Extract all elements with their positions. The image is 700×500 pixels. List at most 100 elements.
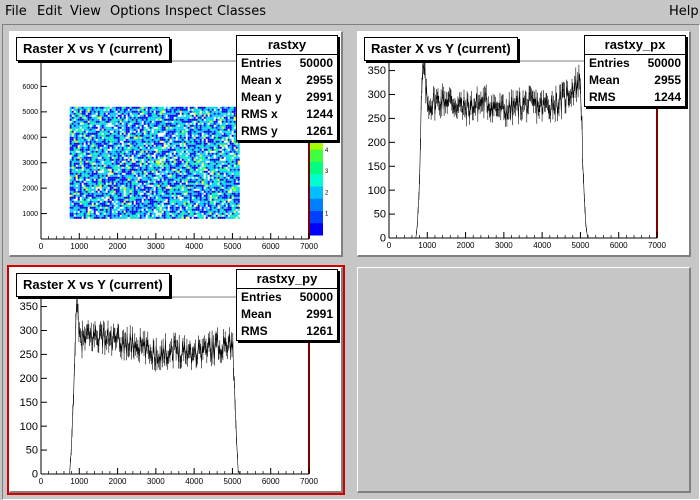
heatmap-cell <box>177 164 180 167</box>
heatmap-cell <box>171 126 174 129</box>
heatmap-cell <box>217 110 220 113</box>
heatmap-cell <box>217 172 220 175</box>
heatmap-cell <box>97 208 100 211</box>
pad-title: Raster X vs Y (current) <box>16 37 170 61</box>
heatmap-cell <box>135 136 138 139</box>
heatmap-cell <box>129 138 132 141</box>
heatmap-cell <box>137 216 140 219</box>
heatmap-cell <box>69 134 72 137</box>
heatmap-cell <box>183 214 186 217</box>
heatmap-cell <box>149 178 152 181</box>
heatmap-cell <box>185 186 188 189</box>
heatmap-cell <box>157 150 160 153</box>
heatmap-cell <box>233 210 236 213</box>
heatmap-cell <box>165 118 168 121</box>
heatmap-cell <box>93 204 96 207</box>
heatmap-cell <box>141 154 144 157</box>
heatmap-cell <box>181 138 184 141</box>
heatmap-cell <box>85 194 88 197</box>
heatmap-cell <box>219 198 222 201</box>
heatmap-cell <box>173 214 176 217</box>
heatmap-cell <box>155 112 158 115</box>
menu-file[interactable]: File <box>5 4 27 19</box>
heatmap-cell <box>147 216 150 219</box>
heatmap-cell <box>121 180 124 183</box>
heatmap-cell <box>159 182 162 185</box>
heatmap-cell <box>99 124 102 127</box>
heatmap-cell <box>137 166 140 169</box>
heatmap-cell <box>209 134 212 137</box>
heatmap-cell <box>213 148 216 151</box>
heatmap-cell <box>165 162 168 165</box>
heatmap-cell <box>191 182 194 185</box>
root-canvas[interactable]: 0 1000 2000 3000 4000 5000 6000 7000 1000 2000 300… <box>2 24 700 500</box>
heatmap-cell <box>119 174 122 177</box>
heatmap-cell <box>125 148 128 151</box>
heatmap-cell <box>77 118 80 121</box>
heatmap-cell <box>201 146 204 149</box>
heatmap-cell <box>81 152 84 155</box>
heatmap-cell <box>129 176 132 179</box>
heatmap-cell <box>167 124 170 127</box>
heatmap-cell <box>165 202 168 205</box>
colorbar-segment <box>310 149 323 162</box>
heatmap-cell <box>125 182 128 185</box>
heatmap-cell <box>119 108 122 111</box>
heatmap-cell <box>189 212 192 215</box>
heatmap-cell <box>91 196 94 199</box>
heatmap-cell <box>119 170 122 173</box>
pad-projection-y[interactable]: 0 1000 2000 3000 4000 5000 6000 7000 0 50 100 150 20… <box>7 265 345 495</box>
heatmap-cell <box>161 196 164 199</box>
heatmap-cell <box>195 198 198 201</box>
heatmap-cell <box>155 130 158 133</box>
heatmap-cell <box>231 114 234 117</box>
heatmap-cell <box>131 178 134 181</box>
heatmap-cell <box>181 210 184 213</box>
heatmap-cell <box>203 180 206 183</box>
heatmap-cell <box>183 140 186 143</box>
heatmap-cell <box>197 130 200 133</box>
menu-inspect[interactable]: Inspect <box>165 4 212 19</box>
heatmap-cell <box>211 202 214 205</box>
heatmap-cell <box>231 124 234 127</box>
heatmap-cell <box>223 160 226 163</box>
heatmap-cell <box>135 202 138 205</box>
heatmap-cell <box>109 128 112 131</box>
stats-box[interactable]: rastxy_px Entries 50000 Mean 2955 RMS 1244 <box>584 35 686 107</box>
heatmap-cell <box>97 170 100 173</box>
heatmap-cell <box>83 200 86 203</box>
heatmap-cell <box>161 158 164 161</box>
heatmap-cell <box>153 128 156 131</box>
pad-raster-2d[interactable]: 0 1000 2000 3000 4000 5000 6000 7000 1000 2000 300… <box>9 31 343 257</box>
heatmap-cell <box>145 150 148 153</box>
menu-view[interactable]: View <box>70 4 101 19</box>
heatmap-cell <box>133 142 136 145</box>
heatmap-cell <box>159 202 162 205</box>
stats-box[interactable]: rastxy Entries 50000 Mean x 2955 Mean y 299… <box>236 35 338 141</box>
menu-options[interactable]: Options <box>110 4 160 19</box>
heatmap-cell <box>227 166 230 169</box>
heatmap-cell <box>163 114 166 117</box>
menu-classes[interactable]: Classes <box>217 4 266 19</box>
heatmap-cell <box>171 138 174 141</box>
heatmap-cell <box>177 106 180 109</box>
menu-edit[interactable]: Edit <box>37 4 62 19</box>
heatmap-cell <box>117 146 120 149</box>
heatmap-cell <box>131 152 134 155</box>
heatmap-cell <box>109 118 112 121</box>
heatmap-cell <box>107 174 110 177</box>
heatmap-cell <box>149 154 152 157</box>
heatmap-cell <box>219 170 222 173</box>
pad-empty[interactable] <box>357 267 691 493</box>
heatmap-cell <box>73 154 76 157</box>
menu-help[interactable]: Help <box>669 4 699 19</box>
pad-projection-x[interactable]: 0 1000 2000 3000 4000 5000 6000 7000 0 50 100 150 20… <box>357 31 691 257</box>
heatmap-cell <box>151 114 154 117</box>
stats-box[interactable]: rastxy_py Entries 50000 Mean 2991 RMS 1261 <box>236 269 338 341</box>
heatmap-cell <box>167 178 170 181</box>
heatmap-cell <box>181 136 184 139</box>
heatmap-cell <box>223 142 226 145</box>
heatmap-cell <box>151 176 154 179</box>
heatmap-cell <box>217 156 220 159</box>
heatmap-cell <box>167 110 170 113</box>
